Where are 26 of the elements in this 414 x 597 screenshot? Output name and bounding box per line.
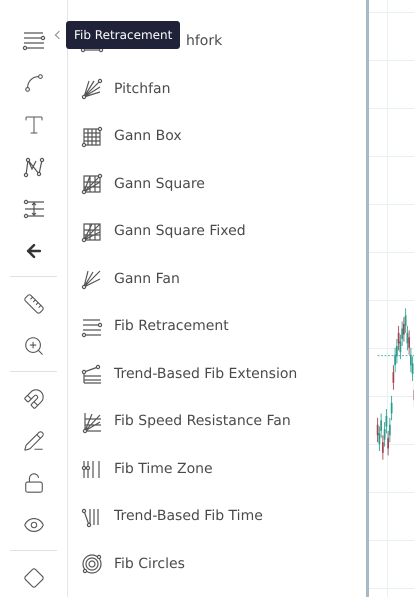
circles-icon [80, 552, 104, 576]
lines-arrow-icon[interactable] [22, 197, 46, 221]
menu-item[interactable]: Fib Time Zone [68, 446, 366, 493]
fan-icon [80, 77, 104, 102]
lock-open-icon[interactable] [22, 472, 44, 494]
lines-trend-icon [80, 362, 104, 386]
menu-item[interactable]: Fib Circles [68, 540, 366, 588]
pattern-icon[interactable] [22, 155, 46, 179]
ruler-icon[interactable] [22, 293, 44, 315]
menu-item[interactable]: Gann Square Fixed [68, 208, 366, 256]
grid-fan-icon [80, 172, 104, 196]
grid-icon [80, 124, 104, 149]
menu-item[interactable]: Trend-Based Fib Extension [68, 350, 366, 398]
menu-item[interactable]: Gann Fan [68, 256, 366, 303]
menu-item[interactable]: Gann Box [68, 113, 366, 160]
menu-item[interactable]: Fib Speed Resistance Fan [68, 398, 366, 446]
tooltip: Fib Retracement [66, 21, 180, 49]
pencil-icon[interactable] [22, 430, 44, 452]
menu-item[interactable]: Gann Square [68, 160, 366, 208]
diamond-icon[interactable] [22, 567, 44, 589]
menu-item[interactable]: Pitchfan [68, 66, 366, 113]
brush-icon[interactable] [22, 72, 44, 94]
zoom-in-icon[interactable] [22, 335, 44, 357]
menu-item[interactable]: Fib Retracement [68, 303, 366, 350]
magnet-icon[interactable] [22, 388, 44, 410]
menu-item[interactable]: Trend-Based Fib Time [68, 493, 366, 540]
